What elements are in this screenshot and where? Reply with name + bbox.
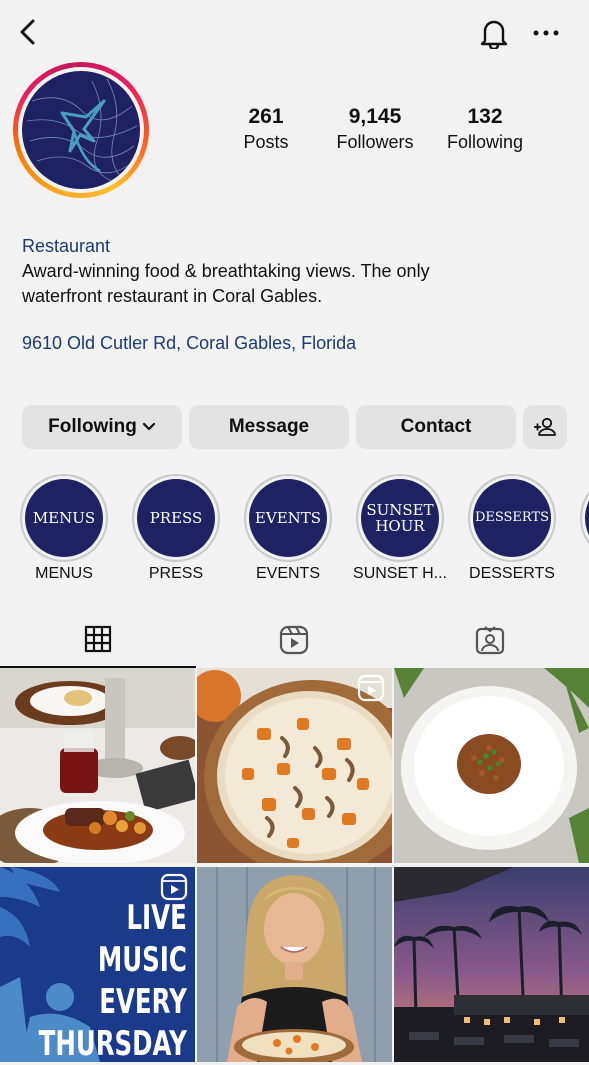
highlight-partial[interactable] (569, 474, 589, 562)
following-button[interactable]: Following (22, 405, 182, 449)
post-thumbnail-risotto[interactable] (394, 668, 589, 863)
profile-category: Restaurant (22, 236, 111, 256)
followers-count-value: 9,145 (348, 105, 402, 128)
bird-logo-icon (26, 78, 138, 184)
post-thumbnail-steak-dinner[interactable] (0, 668, 195, 863)
posts-grid: LIVE MUSIC EVERY THURSDAY (0, 668, 589, 1065)
more-options-button[interactable] (530, 18, 562, 48)
contact-button[interactable]: Contact (356, 405, 516, 449)
followers-count-label: Followers (336, 132, 414, 152)
highlight-cover: DESSERTS (473, 479, 551, 557)
suggested-users-button[interactable] (523, 405, 567, 449)
reels-icon (279, 625, 309, 655)
highlight-label: MENUS (35, 565, 93, 582)
highlight-cover-line-2: HOUR (375, 517, 425, 535)
post-thumbnail-sunset-terrace[interactable] (394, 867, 589, 1062)
highlight-events[interactable]: EVENTS EVENTS (233, 474, 343, 583)
posts-count-value: 261 (248, 105, 284, 128)
grid-icon (84, 625, 112, 653)
highlight-label: DESSERTS (469, 565, 555, 582)
posts-count-label: Posts (243, 132, 289, 152)
live-music-line-1: LIVE MUSIC (98, 898, 187, 980)
following-count-label: Following (446, 132, 524, 152)
profile-bio: Restaurant Award-winning food & breathta… (22, 234, 572, 353)
chevron-left-icon (20, 19, 35, 45)
highlight-label: SUNSET H... (353, 565, 447, 582)
highlight-label: EVENTS (255, 565, 320, 582)
highlight-label: PRESS (148, 565, 204, 582)
highlight-cover: SUNSET HOUR (361, 479, 439, 557)
contact-button-label: Contact (400, 416, 472, 437)
highlight-cover: PRESS (137, 479, 215, 557)
highlight-cover: EVENTS (249, 479, 327, 557)
bio-line-1: Award-winning food & breathtaking views.… (22, 261, 430, 281)
message-button[interactable]: Message (189, 405, 349, 449)
following-count-value: 132 (467, 105, 503, 128)
chevron-down-icon (142, 422, 155, 431)
bell-icon (480, 20, 508, 49)
highlight-cover: MENUS (25, 479, 103, 557)
bio-line-2: waterfront restaurant in Coral Gables. (22, 286, 323, 306)
profile-tabs (0, 612, 589, 668)
highlight-sunset-hour[interactable]: SUNSET HOUR SUNSET H... (345, 474, 455, 583)
following-button-label: Following (48, 416, 137, 437)
post-thumbnail-pizza-reel[interactable] (197, 668, 392, 863)
tab-grid[interactable] (0, 612, 196, 668)
highlight-press[interactable]: PRESS PRESS (121, 474, 231, 583)
highlight-cover-line-1: SUNSET (366, 501, 434, 519)
live-music-line-2: EVERY (99, 982, 187, 1022)
avatar-logo-image (22, 71, 140, 189)
highlight-menus[interactable]: MENUS MENUS (9, 474, 119, 583)
following-count[interactable]: 132 Following (430, 104, 540, 154)
tagged-user-icon (475, 626, 505, 655)
tab-tagged[interactable] (392, 612, 588, 668)
top-bar (0, 0, 589, 64)
add-user-icon (534, 417, 556, 436)
followers-count[interactable]: 9,145 Followers (320, 104, 430, 154)
profile-avatar[interactable] (13, 62, 149, 198)
live-music-poster-text: LIVE MUSIC EVERY THURSDAY (39, 897, 187, 1062)
post-thumbnail-live-music[interactable]: LIVE MUSIC EVERY THURSDAY (0, 867, 195, 1062)
notifications-button[interactable] (478, 16, 510, 50)
highlight-desserts[interactable]: DESSERTS DESSERTS (457, 474, 567, 583)
live-music-line-3: THURSDAY (38, 1024, 187, 1062)
message-button-label: Message (228, 416, 310, 437)
post-thumbnail-chef-with-pizza[interactable] (197, 867, 392, 1062)
address-link[interactable]: 9610 Old Cutler Rd, Coral Gables, Florid… (22, 331, 356, 356)
ellipsis-icon (533, 30, 559, 36)
posts-count[interactable]: 261 Posts (211, 104, 321, 154)
back-button[interactable] (12, 16, 42, 48)
tab-reels[interactable] (196, 612, 392, 668)
